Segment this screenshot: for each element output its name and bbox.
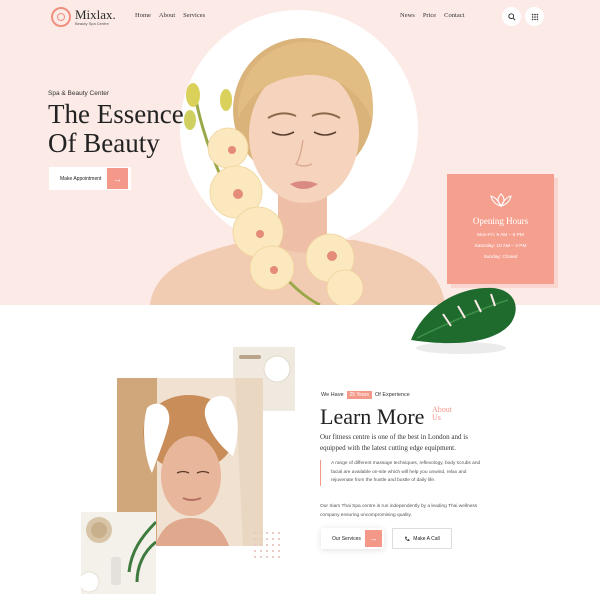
grid-menu-icon (531, 13, 538, 20)
make-call-button[interactable]: Make A Call (392, 528, 452, 549)
make-appointment-button[interactable]: Make Appointment → (49, 167, 131, 190)
hero-title-line1: The Essence (48, 99, 184, 129)
decorative-dots (252, 530, 280, 558)
monstera-leaf-image (411, 287, 516, 354)
about-title: Learn More (320, 404, 425, 429)
opening-hours-card: Opening Hours Mon-Fri: 9 AM – 6 PM Satur… (447, 174, 554, 284)
about-paragraph: Our Siam Thai Spa centre is run independ… (320, 504, 478, 518)
hours-saturday: Saturday: 10 AM – 3 PM (474, 244, 527, 249)
hero-title: The Essence Of Beauty (48, 100, 184, 158)
main-nav-right: News Price Contact (400, 12, 464, 19)
nav-item-about[interactable]: About (159, 12, 175, 19)
make-appointment-label: Make Appointment (60, 175, 102, 182)
arrow-right-icon: → (107, 168, 128, 189)
brand-logo[interactable]: Mixlax. Beauty Spa Centre (51, 7, 116, 27)
arrow-right-icon: → (365, 530, 382, 547)
about-title-accent: About Us (432, 405, 452, 422)
hours-sunday: Sunday: Closed (483, 255, 518, 260)
nav-item-price[interactable]: Price (423, 12, 436, 19)
experience-line: We Have 25 Years Of Experience (321, 391, 410, 399)
about-lead-text: Our fitness centre is one of the best in… (320, 433, 468, 452)
nav-item-services[interactable]: Services (183, 12, 205, 19)
make-call-label: Make A Call (413, 535, 440, 542)
opening-hours-title: Opening Hours (472, 216, 529, 226)
hero-title-line2: Of Beauty (48, 128, 160, 158)
search-icon (507, 12, 516, 21)
our-services-button[interactable]: Our Services → (321, 528, 384, 549)
spa-stones-image (81, 512, 156, 594)
lotus-icon (490, 193, 512, 207)
nav-item-contact[interactable]: Contact (444, 12, 464, 19)
menu-button[interactable] (525, 7, 544, 26)
brand-tagline: Beauty Spa Centre (75, 21, 109, 26)
hero-subtitle: Spa & Beauty Center (48, 90, 110, 97)
experience-prefix: We Have (321, 392, 344, 398)
brand-name: Mixlax. (75, 7, 116, 22)
search-button[interactable] (502, 7, 521, 26)
experience-suffix: Of Experience (375, 392, 410, 398)
phone-icon (405, 536, 410, 541)
main-nav-left: Home About Services (135, 12, 205, 19)
hours-weekdays: Mon-Fri: 9 AM – 6 PM (477, 233, 524, 238)
nav-item-home[interactable]: Home (135, 12, 151, 19)
logo-icon (51, 7, 71, 27)
about-quote-text: A range of different massage techniques,… (320, 460, 485, 486)
experience-years-badge: 25 Years (346, 391, 372, 399)
our-services-label: Our Services (332, 535, 361, 542)
nav-item-news[interactable]: News (400, 12, 415, 19)
